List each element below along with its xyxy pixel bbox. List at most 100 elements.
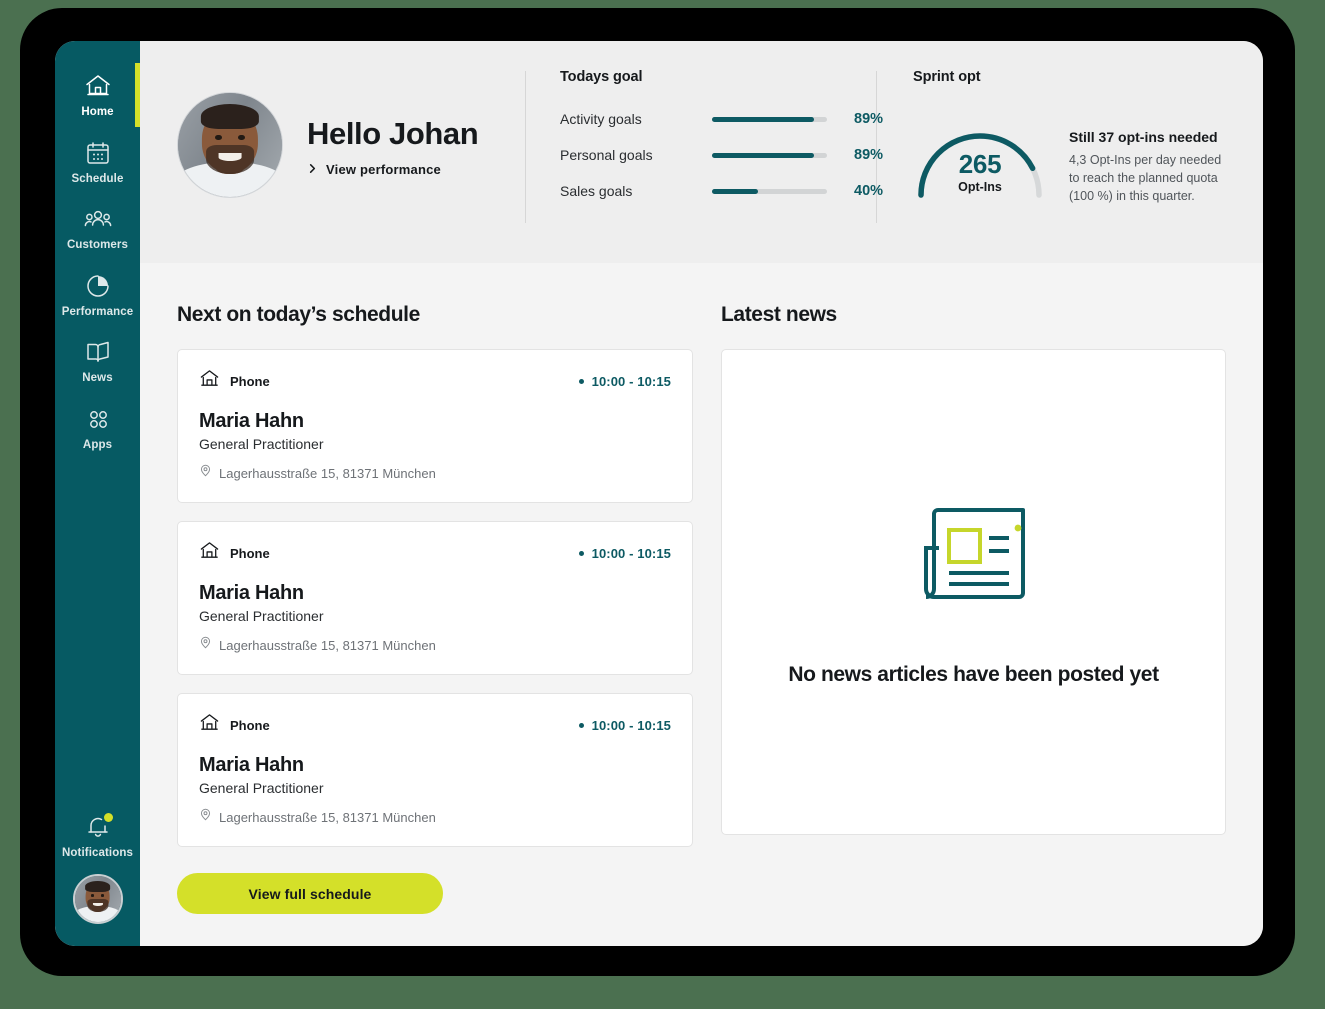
schedule-card-time-label: 10:00 - 10:15 xyxy=(591,717,671,733)
sidebar-avatar[interactable] xyxy=(72,874,123,924)
schedule-card-name: Maria Hahn xyxy=(199,410,304,432)
people-icon xyxy=(84,205,112,233)
sidebar-item-news[interactable]: News xyxy=(55,327,140,394)
sprint-gauge-value: 265 Opt-Ins xyxy=(913,151,1047,194)
sidebar-item-apps[interactable]: Apps xyxy=(55,394,140,461)
sidebar-item-label: News xyxy=(82,372,113,384)
todays-goal-heading: Todays goal xyxy=(560,69,643,85)
sprint-gauge: 265 Opt-Ins xyxy=(913,111,1047,199)
profile-avatar[interactable] xyxy=(177,92,283,198)
sidebar-item-label: Home xyxy=(81,106,114,118)
sidebar-item-label: Apps xyxy=(82,438,113,451)
sprint-text: Still 37 opt-ins needed 4,3 Opt-Ins per … xyxy=(1069,111,1235,205)
page-title: Hello Johan xyxy=(307,116,479,152)
news-column: Latest news No news articles have been p… xyxy=(721,303,1226,946)
sidebar-item-performance[interactable]: Performance xyxy=(55,261,140,328)
schedule-card-time-label: 10:00 - 10:15 xyxy=(591,373,671,389)
schedule-card-type-label: Phone xyxy=(230,717,270,733)
location-pin-icon xyxy=(199,464,212,482)
schedule-column: Next on today’s schedule Phone 10:00 - 1… xyxy=(177,303,693,946)
schedule-title: Next on today’s schedule xyxy=(177,303,420,326)
schedule-card-address-label: Lagerhausstraße 15, 81371 München xyxy=(219,637,436,653)
goal-label: Sales goals xyxy=(560,183,633,199)
schedule-card-role: General Practitioner xyxy=(199,608,324,624)
sprint-opt-heading: Sprint opt xyxy=(913,69,981,85)
schedule-card-address-label: Lagerhausstraße 15, 81371 München xyxy=(219,809,436,825)
goal-progress-track xyxy=(712,188,827,194)
schedule-card-address: Lagerhausstraße 15, 81371 München xyxy=(199,636,671,654)
schedule-card-address: Lagerhausstraße 15, 81371 München xyxy=(199,808,671,826)
avatar-image xyxy=(74,876,121,922)
goal-progress-fill xyxy=(712,116,815,122)
status-dot xyxy=(578,550,584,556)
schedule-card-type-label: Phone xyxy=(230,545,270,561)
sidebar-item-customers[interactable]: Customers xyxy=(55,194,140,261)
status-dot xyxy=(578,722,584,728)
notification-badge xyxy=(103,812,113,822)
location-pin-icon xyxy=(199,808,212,826)
sidebar-item-label: Schedule xyxy=(71,172,124,185)
sidebar-item-home[interactable]: Home xyxy=(55,61,140,128)
gauge-unit: Opt-Ins xyxy=(958,180,1002,194)
main-area: Hello Johan View performance Todays goal… xyxy=(140,41,1263,946)
goal-row: Activity goals 89% xyxy=(560,111,883,127)
avatar-image xyxy=(178,93,282,197)
goal-progress-track xyxy=(712,116,827,122)
goal-label: Personal goals xyxy=(560,147,653,163)
schedule-card-time: 10:00 - 10:15 xyxy=(578,373,671,389)
sidebar-item-label: Customers xyxy=(67,239,128,251)
chevron-right-icon xyxy=(307,161,318,179)
view-performance-link[interactable]: View performance xyxy=(307,161,478,179)
news-empty-text: No news articles have been posted yet xyxy=(788,662,1159,686)
schedule-card-type: Phone xyxy=(199,712,270,738)
goal-label: Activity goals xyxy=(560,111,642,127)
schedule-card-type: Phone xyxy=(199,368,270,394)
schedule-card[interactable]: Phone 10:00 - 10:15 Maria Hahn General P… xyxy=(177,521,693,675)
house-icon xyxy=(199,368,220,394)
schedule-card-time: 10:00 - 10:15 xyxy=(578,717,671,733)
goal-row: Personal goals 89% xyxy=(560,147,883,163)
sprint-headline: Still 37 opt-ins needed xyxy=(1069,129,1218,145)
schedule-card-type: Phone xyxy=(199,540,270,566)
view-full-schedule-button[interactable]: View full schedule xyxy=(177,873,443,914)
goal-row: Sales goals 40% xyxy=(560,183,883,199)
schedule-card-role: General Practitioner xyxy=(199,436,324,452)
location-pin-icon xyxy=(199,636,212,654)
schedule-card-top: Phone 10:00 - 10:15 xyxy=(199,540,671,566)
news-title: Latest news xyxy=(721,303,837,326)
gauge-number: 265 xyxy=(958,149,1002,179)
sidebar-item-schedule[interactable]: Schedule xyxy=(55,128,140,195)
newspaper-icon xyxy=(913,498,1035,607)
calendar-icon xyxy=(84,139,112,167)
greeting-text: Hello Johan View performance xyxy=(307,111,479,179)
greeting-block: Hello Johan View performance xyxy=(140,69,525,221)
device-frame: Home Schedule Customers Performance News… xyxy=(20,8,1295,976)
pie-chart-icon xyxy=(84,272,112,300)
todays-goal-block: Todays goal Activity goals 89% Personal … xyxy=(526,69,883,221)
home-icon xyxy=(84,72,112,100)
news-empty-card: No news articles have been posted yet xyxy=(721,349,1226,835)
bell-icon xyxy=(84,812,113,841)
schedule-card-role: General Practitioner xyxy=(199,780,324,796)
sprint-body: 265 Opt-Ins Still 37 opt-ins needed 4,3 … xyxy=(913,111,1237,205)
schedule-card-address-label: Lagerhausstraße 15, 81371 München xyxy=(219,465,436,481)
schedule-card[interactable]: Phone 10:00 - 10:15 Maria Hahn General P… xyxy=(177,349,693,503)
sprint-description: 4,3 Opt-Ins per day needed to reach the … xyxy=(1069,153,1222,203)
schedule-card-time: 10:00 - 10:15 xyxy=(578,545,671,561)
grid-dots-icon xyxy=(84,405,112,433)
schedule-card-top: Phone 10:00 - 10:15 xyxy=(199,712,671,738)
sidebar-item-label: Performance xyxy=(61,305,134,318)
schedule-card[interactable]: Phone 10:00 - 10:15 Maria Hahn General P… xyxy=(177,693,693,847)
app-window: Home Schedule Customers Performance News… xyxy=(55,41,1263,946)
goal-progress-fill xyxy=(712,152,815,158)
goal-progress-track xyxy=(712,152,827,158)
schedule-card-type-label: Phone xyxy=(230,373,270,389)
status-dot xyxy=(578,378,584,384)
schedule-card-name: Maria Hahn xyxy=(199,754,304,776)
goal-progress-fill xyxy=(712,188,758,194)
house-icon xyxy=(199,540,220,566)
schedule-card-time-label: 10:00 - 10:15 xyxy=(591,545,671,561)
schedule-card-top: Phone 10:00 - 10:15 xyxy=(199,368,671,394)
sidebar-item-notifications[interactable]: Notifications xyxy=(55,802,140,869)
schedule-card-address: Lagerhausstraße 15, 81371 München xyxy=(199,464,671,482)
